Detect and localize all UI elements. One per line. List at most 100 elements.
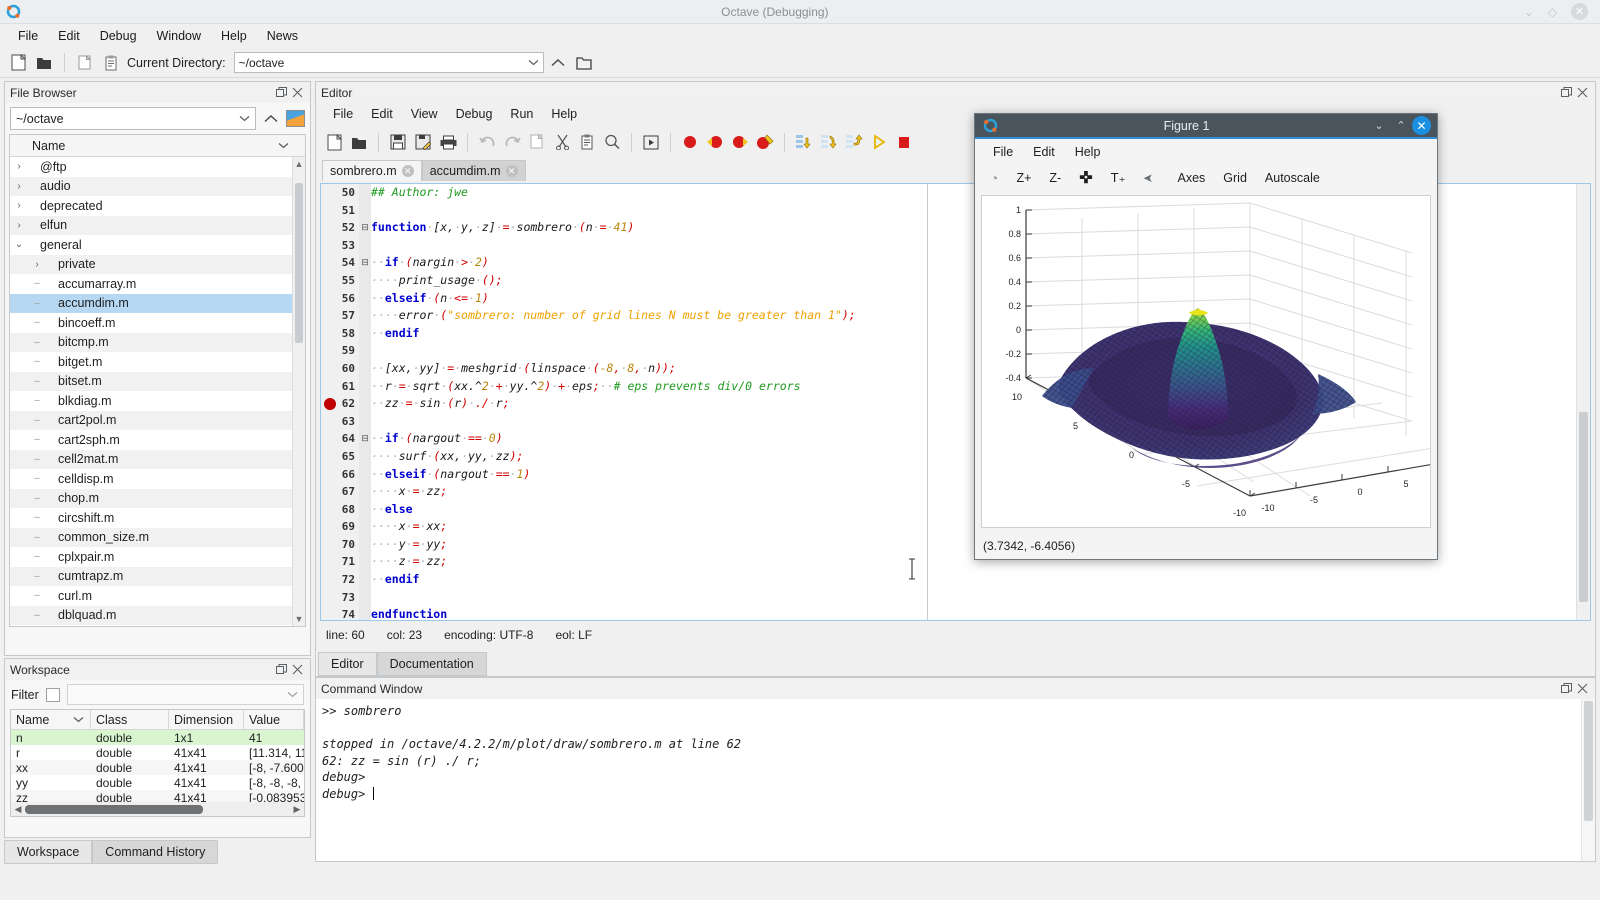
- command-window-output[interactable]: >> sombrero stopped in /octave/4.2.2/m/p…: [316, 699, 1595, 806]
- file-browser-row[interactable]: – cart2sph.m: [10, 430, 292, 450]
- file-browser-scrollbar[interactable]: ▲ ▼: [292, 157, 305, 626]
- figure-menu-help[interactable]: Help: [1065, 143, 1111, 161]
- leaf-dash-icon[interactable]: –: [28, 454, 46, 465]
- figure-maximize-icon[interactable]: ⌃: [1390, 119, 1412, 132]
- file-browser-row[interactable]: – cell2mat.m: [10, 449, 292, 469]
- file-browser-row[interactable]: – cart2pol.m: [10, 410, 292, 430]
- find-replace-icon[interactable]: [600, 130, 624, 154]
- zoom-out-button[interactable]: Z-: [1042, 169, 1068, 187]
- open-file-icon[interactable]: [32, 51, 56, 75]
- fold-toggle-icon[interactable]: ⊟: [359, 430, 371, 448]
- file-browser-row[interactable]: – curl.m: [10, 586, 292, 606]
- scroll-up-icon[interactable]: ▲: [293, 157, 305, 171]
- next-breakpoint-icon[interactable]: [728, 130, 752, 154]
- tab-documentation[interactable]: Documentation: [376, 652, 487, 676]
- figure-minimize-icon[interactable]: ⌄: [1368, 119, 1390, 132]
- stop-debugging-icon[interactable]: [892, 130, 916, 154]
- editor-menu-view[interactable]: View: [402, 105, 447, 123]
- leaf-dash-icon[interactable]: –: [28, 512, 46, 523]
- maximize-icon[interactable]: ◇: [1548, 6, 1557, 18]
- editor-menu-run[interactable]: Run: [501, 105, 542, 123]
- workspace-table-row[interactable]: r double 41x41 [11.314, 11: [11, 745, 304, 760]
- leaf-dash-icon[interactable]: –: [28, 356, 46, 367]
- browse-directory-icon[interactable]: [572, 51, 596, 75]
- grid-button[interactable]: Grid: [1216, 169, 1254, 187]
- scrollbar-thumb[interactable]: [25, 804, 203, 814]
- expand-twisty-icon[interactable]: ›: [10, 161, 28, 172]
- leaf-dash-icon[interactable]: –: [28, 298, 46, 309]
- file-browser-path-combo[interactable]: ~/octave: [10, 107, 256, 130]
- editor-tab-sombrero[interactable]: sombrero.m ✕: [322, 160, 422, 181]
- leaf-dash-icon[interactable]: –: [28, 337, 46, 348]
- tab-command-history[interactable]: Command History: [92, 840, 219, 864]
- close-panel-icon[interactable]: [289, 85, 305, 101]
- leaf-dash-icon[interactable]: –: [28, 395, 46, 406]
- file-browser-row[interactable]: ⌄ general: [10, 235, 292, 255]
- menu-news[interactable]: News: [257, 27, 308, 45]
- command-window-scrollbar[interactable]: [1581, 699, 1595, 861]
- undock-icon[interactable]: [273, 85, 289, 101]
- leaf-dash-icon[interactable]: –: [28, 532, 46, 543]
- workspace-col-name[interactable]: Name: [11, 710, 91, 729]
- scrollbar-thumb[interactable]: [1579, 412, 1588, 602]
- toggle-breakpoint-icon[interactable]: [678, 130, 702, 154]
- editor-menu-help[interactable]: Help: [542, 105, 586, 123]
- editor-vscrollbar[interactable]: [1576, 184, 1590, 620]
- new-script-icon[interactable]: [322, 130, 346, 154]
- close-panel-icon[interactable]: [1574, 85, 1590, 101]
- workspace-filter-combo[interactable]: [66, 684, 304, 705]
- save-as-icon[interactable]: [411, 130, 435, 154]
- minimize-icon[interactable]: ⌄: [1524, 6, 1534, 18]
- file-browser-row[interactable]: – bitset.m: [10, 371, 292, 391]
- parent-directory-icon[interactable]: [261, 109, 281, 129]
- tab-workspace[interactable]: Workspace: [4, 840, 93, 864]
- editor-tab-accumdim[interactable]: accumdim.m ✕: [421, 160, 526, 181]
- leaf-dash-icon[interactable]: –: [28, 493, 46, 504]
- paste-icon[interactable]: [575, 130, 599, 154]
- file-browser-row[interactable]: –deal.m: [10, 625, 292, 626]
- figure-close-icon[interactable]: ✕: [1412, 116, 1431, 135]
- file-browser-column-header[interactable]: Name: [10, 135, 305, 157]
- close-panel-icon[interactable]: [1574, 681, 1590, 697]
- continue-icon[interactable]: [867, 130, 891, 154]
- fold-toggle-icon[interactable]: ⊟: [359, 219, 371, 237]
- file-browser-row[interactable]: – dblquad.m: [10, 605, 292, 625]
- leaf-dash-icon[interactable]: –: [28, 415, 46, 426]
- file-browser-row[interactable]: – chop.m: [10, 488, 292, 508]
- expand-twisty-icon[interactable]: ›: [28, 259, 46, 270]
- open-file-icon[interactable]: [347, 130, 371, 154]
- scroll-right-icon[interactable]: ▶: [290, 804, 304, 815]
- menu-file[interactable]: File: [8, 27, 48, 45]
- file-browser-row[interactable]: – accumdim.m: [10, 293, 292, 313]
- leaf-dash-icon[interactable]: –: [28, 610, 46, 621]
- select-cursor-icon[interactable]: ➤: [1136, 169, 1160, 187]
- pan-icon[interactable]: ✜: [1072, 166, 1099, 190]
- step-in-icon[interactable]: [792, 130, 816, 154]
- editor-menu-debug[interactable]: Debug: [447, 105, 502, 123]
- menu-window[interactable]: Window: [147, 27, 211, 45]
- close-icon[interactable]: ✕: [1571, 3, 1588, 20]
- fold-toggle-icon[interactable]: ⊟: [359, 254, 371, 272]
- leaf-dash-icon[interactable]: –: [28, 278, 46, 289]
- menu-edit[interactable]: Edit: [48, 27, 90, 45]
- leaf-dash-icon[interactable]: –: [28, 473, 46, 484]
- text-tool-icon[interactable]: T₊: [1104, 168, 1133, 188]
- step-out-icon[interactable]: [842, 130, 866, 154]
- scrollbar-thumb[interactable]: [295, 183, 303, 343]
- file-browser-row[interactable]: – accumarray.m: [10, 274, 292, 294]
- leaf-dash-icon[interactable]: –: [28, 317, 46, 328]
- figure-menu-file[interactable]: File: [983, 143, 1023, 161]
- menu-debug[interactable]: Debug: [90, 27, 147, 45]
- file-browser-row[interactable]: › deprecated: [10, 196, 292, 216]
- file-browser-row[interactable]: › private: [10, 254, 292, 274]
- print-icon[interactable]: [436, 130, 460, 154]
- copy-icon[interactable]: [73, 51, 97, 75]
- workspace-table-row[interactable]: yy double 41x41 [-8, -8, -8, -: [11, 775, 304, 790]
- leaf-dash-icon[interactable]: –: [28, 551, 46, 562]
- previous-breakpoint-icon[interactable]: [703, 130, 727, 154]
- menu-help[interactable]: Help: [211, 27, 257, 45]
- workspace-hscrollbar[interactable]: ◀ ▶: [11, 802, 304, 816]
- scroll-left-icon[interactable]: ◀: [11, 804, 25, 815]
- workspace-table-row[interactable]: n double 1x1 41: [11, 730, 304, 745]
- redo-icon[interactable]: [500, 130, 524, 154]
